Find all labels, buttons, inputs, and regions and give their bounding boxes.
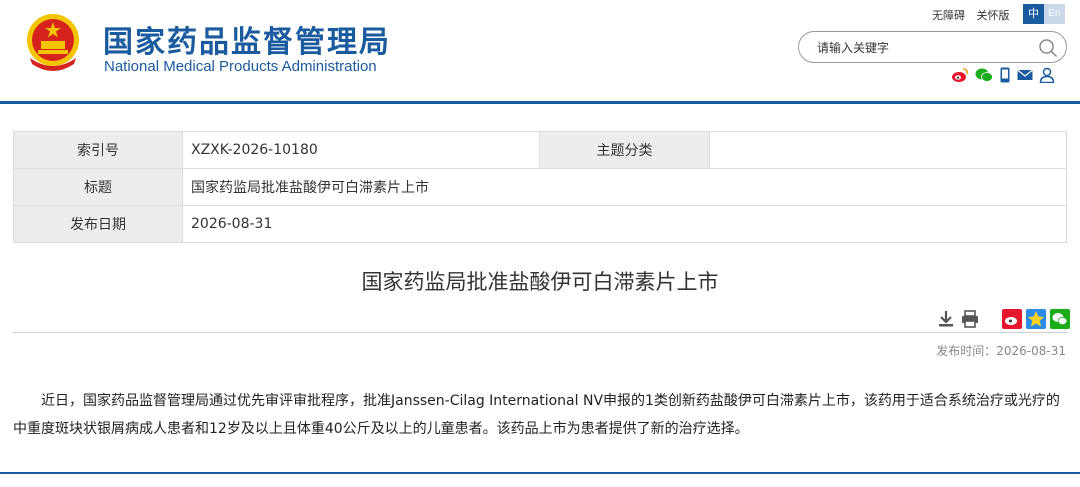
date-value: 2026-08-31 [182, 205, 1067, 243]
table-row: 标题 国家药监局批准盐酸伊可白滞素片上市 [13, 168, 1067, 206]
top-links: 无障碍 关怀版 [932, 7, 1018, 23]
social-icons [951, 67, 1055, 83]
download-icon[interactable] [936, 309, 956, 329]
site-name-en[interactable]: National Medical Products Administration [104, 58, 377, 75]
weibo-icon[interactable] [951, 67, 969, 83]
mobile-icon[interactable] [999, 67, 1011, 83]
date-label: 发布日期 [13, 205, 183, 243]
index-value: XZXK-2026-10180 [182, 131, 540, 169]
site-header: 国家药品监督管理局 National Medical Products Admi… [0, 0, 1080, 101]
print-icon[interactable] [960, 309, 980, 329]
article-title: 国家药监局批准盐酸伊可白滞素片上市 [361, 270, 719, 294]
footer-divider [0, 472, 1080, 474]
lang-en-button[interactable]: En [1044, 4, 1065, 24]
title-label: 标题 [13, 168, 183, 206]
share-qzone-icon[interactable] [1026, 309, 1046, 329]
lang-cn-button[interactable]: 中 [1023, 4, 1044, 24]
info-table: 索引号 XZXK-2026-10180 主题分类 标题 国家药监局批准盐酸伊可白… [13, 131, 1067, 243]
table-row: 索引号 XZXK-2026-10180 主题分类 [13, 131, 1067, 169]
language-switch: 中 En [1023, 4, 1065, 24]
share-weibo-icon[interactable] [1002, 309, 1022, 329]
topic-label: 主题分类 [539, 131, 710, 169]
site-name-cn[interactable]: 国家药品监督管理局 [103, 17, 391, 61]
publish-time: 发布时间：2026-08-31 [936, 344, 1066, 358]
wechat-icon[interactable] [975, 67, 993, 83]
index-label: 索引号 [13, 131, 183, 169]
user-icon[interactable] [1039, 67, 1055, 83]
title-value: 国家药监局批准盐酸伊可白滞素片上市 [182, 168, 1067, 206]
title-divider [13, 332, 1067, 333]
topic-value [709, 131, 1067, 169]
accessibility-link[interactable]: 无障碍 [932, 9, 965, 22]
national-emblem-logo[interactable] [24, 12, 82, 74]
share-wechat-icon[interactable] [1050, 309, 1070, 329]
search-icon[interactable] [1038, 38, 1058, 58]
mail-icon[interactable] [1017, 68, 1033, 82]
care-mode-link[interactable]: 关怀版 [977, 9, 1010, 22]
search-input[interactable] [817, 39, 1027, 57]
header-divider [0, 101, 1080, 104]
article-tools [936, 309, 1074, 329]
article-body: 近日，国家药品监督管理局通过优先审评审批程序，批准Janssen-Cilag I… [13, 393, 1060, 437]
table-row: 发布日期 2026-08-31 [13, 205, 1067, 243]
search-box [798, 31, 1067, 63]
